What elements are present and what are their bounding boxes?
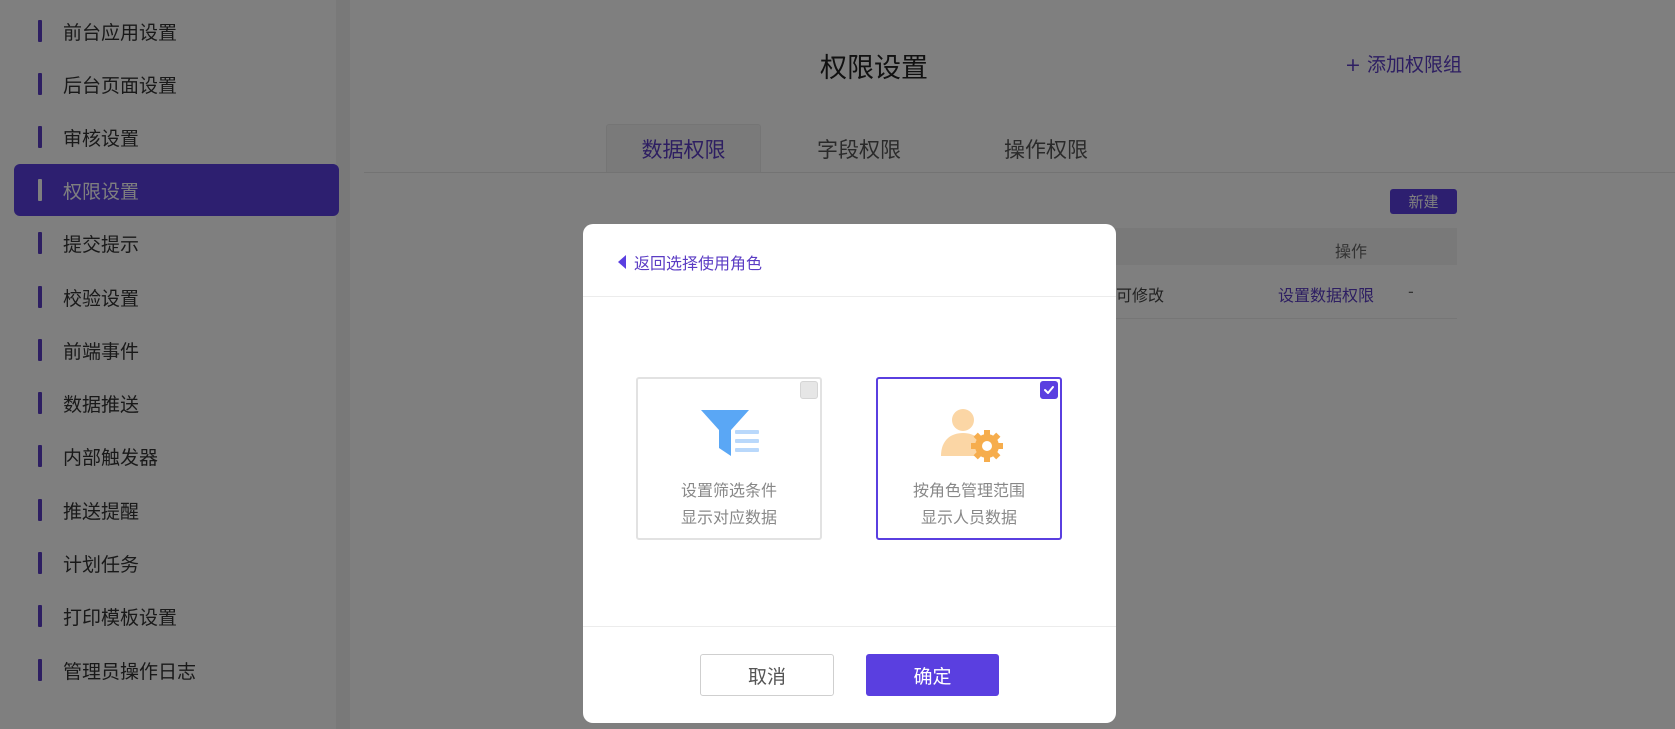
option-checkbox-checked[interactable] [1040,381,1058,399]
funnel-filter-icon [701,410,759,456]
option-line-1: 按角色管理范围 [912,481,1025,500]
back-to-role-selection-link[interactable]: 返回选择使用角色 [618,250,762,274]
option-line-2: 显示对应数据 [680,508,777,527]
cancel-button[interactable]: 取消 [700,654,834,696]
back-caret-icon [618,255,626,269]
option-checkbox[interactable] [800,381,818,399]
back-link-label: 返回选择使用角色 [634,254,763,273]
option-line-1: 设置筛选条件 [680,481,777,500]
option-line-2: 显示人员数据 [920,508,1017,527]
option-filter-conditions[interactable]: 设置筛选条件 显示对应数据 [636,377,822,540]
confirm-button[interactable]: 确定 [866,654,999,696]
modal-footer-divider [583,626,1116,627]
modal-header-divider [583,296,1116,297]
option-role-scope[interactable]: 按角色管理范围 显示人员数据 [876,377,1062,540]
user-gear-icon [941,409,1003,462]
select-data-scope-modal: 返回选择使用角色 设置筛选条件 显示对应数据 按角色管理范围 显示人员数据 取消… [583,224,1116,723]
check-icon [1044,386,1054,394]
